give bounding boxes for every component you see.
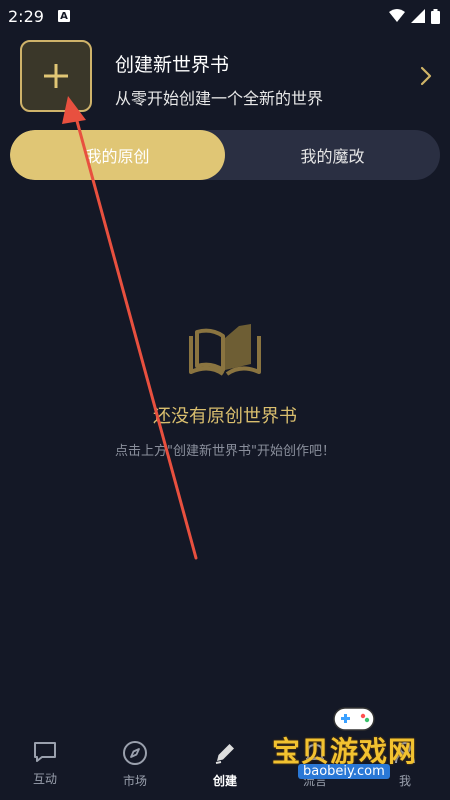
empty-state: 还没有原创世界书 点击上方"创建新世界书"开始创作吧！ [0, 320, 450, 459]
wifi-icon [389, 9, 405, 22]
notification-a-icon: A [57, 10, 70, 22]
pencil-icon [215, 744, 234, 764]
empty-state-title: 还没有原创世界书 [153, 406, 297, 427]
open-book-icon [189, 324, 261, 376]
tab-label-modded: 我的魔改 [300, 147, 365, 166]
nav-label-interact: 互动 [32, 772, 57, 786]
plus-icon [44, 64, 68, 88]
nav-item-market[interactable]: 市场 [90, 730, 180, 800]
signal-icon [411, 9, 425, 23]
nav-item-create[interactable]: 创建 [180, 730, 270, 800]
nav-item-interact[interactable]: 互动 [0, 730, 90, 800]
empty-state-hint: 点击上方"创建新世界书"开始创作吧！ [115, 444, 335, 459]
gamepad-icon [333, 707, 375, 731]
status-left: 2:29 A [8, 7, 70, 26]
battery-icon [431, 8, 440, 24]
create-subtitle: 从零开始创建一个全新的世界 [115, 89, 324, 108]
watermark: 宝贝游戏网 baobeiy.com [272, 706, 442, 786]
tab-label-original: 我的原创 [85, 147, 150, 166]
status-bar: 2:29 A [0, 0, 450, 32]
chat-icon [34, 742, 56, 762]
create-title: 创建新世界书 [115, 54, 230, 76]
tab-my-modded[interactable]: 我的魔改 [225, 130, 440, 180]
watermark-url: baobeiy.com [298, 764, 390, 779]
segment-tabs: 我的原创 我的魔改 [10, 130, 440, 180]
nav-label-create: 创建 [212, 774, 237, 788]
create-button[interactable] [20, 40, 92, 112]
status-time: 2:29 [8, 6, 44, 26]
compass-icon [123, 741, 147, 765]
create-world-book-card[interactable]: 创建新世界书 从零开始创建一个全新的世界 [20, 40, 440, 116]
tab-my-original[interactable]: 我的原创 [10, 130, 225, 180]
status-right [389, 8, 440, 24]
nav-label-market: 市场 [122, 774, 147, 788]
chevron-right-icon[interactable] [420, 66, 432, 86]
